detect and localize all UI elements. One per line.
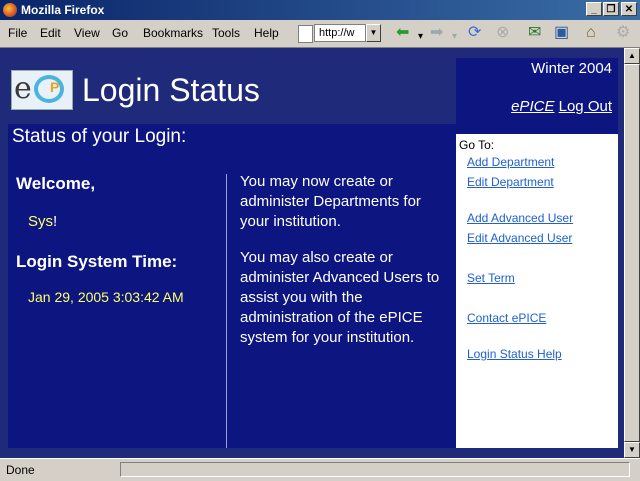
menu-help[interactable]: Help [254, 26, 279, 40]
forward-arrow-icon[interactable]: ➡ [430, 24, 443, 42]
reload-icon[interactable]: ⟳ [468, 24, 481, 42]
username-value: Sys [28, 213, 54, 230]
welcome-label: Welcome, [16, 174, 96, 193]
page-icon [298, 25, 313, 43]
sidebar-header: Winter 2004 ePICE Log Out [456, 58, 618, 134]
menu-bookmarks[interactable]: Bookmarks [143, 26, 203, 40]
menu-edit[interactable]: Edit [40, 26, 61, 40]
stop-icon[interactable]: ⊗ [496, 24, 509, 42]
back-arrow-icon[interactable]: ⬅ [396, 24, 409, 42]
logout-link[interactable]: ePICE Log Out [511, 98, 612, 115]
menu-file[interactable]: File [8, 26, 27, 40]
nav-add-advanced-user[interactable]: Add Advanced User [467, 211, 573, 225]
advanced-users-text: You may also create or administer Advanc… [240, 249, 440, 346]
login-time-value: Jan 29, 2005 3:03:42 AM [28, 289, 184, 305]
window-title: Mozilla Firefox [21, 3, 105, 17]
username: Sys! [28, 213, 57, 230]
status-panel: Status of your Login: Welcome, Sys! Logi… [8, 124, 456, 448]
menu-view[interactable]: View [74, 26, 100, 40]
nav-login-status-help[interactable]: Login Status Help [467, 347, 562, 361]
sidebar: Winter 2004 ePICE Log Out Go To: Add Dep… [456, 58, 618, 448]
address-input[interactable] [314, 24, 366, 42]
term-label: Winter 2004 [531, 60, 612, 77]
scroll-thumb[interactable] [624, 64, 640, 442]
username-suffix: ! [53, 213, 58, 230]
firefox-icon [3, 3, 17, 17]
menu-go[interactable]: Go [112, 26, 128, 40]
title-bar: Mozilla Firefox _ ❐ ✕ [0, 0, 640, 20]
minimize-button[interactable]: _ [586, 2, 602, 16]
nav-edit-advanced-user[interactable]: Edit Advanced User [467, 231, 572, 245]
scroll-up-button[interactable]: ▲ [624, 48, 640, 64]
maximize-button[interactable]: ❐ [603, 2, 619, 16]
login-time-label: Login System Time: [16, 252, 178, 271]
scroll-down-button[interactable]: ▼ [624, 442, 640, 458]
nav-edit-department[interactable]: Edit Department [467, 175, 554, 189]
forward-history-icon[interactable]: ▾ [452, 28, 457, 46]
status-bar: Done [0, 458, 640, 481]
status-text: Done [6, 463, 35, 477]
status-heading: Status of your Login: [12, 126, 187, 147]
vertical-scrollbar[interactable]: ▲ ▼ [624, 48, 640, 458]
menu-tools[interactable]: Tools [212, 26, 240, 40]
home-icon[interactable]: ⌂ [586, 24, 596, 42]
close-button[interactable]: ✕ [621, 2, 637, 16]
logout-text: Log Out [558, 98, 612, 115]
new-window-icon[interactable]: ▣ [554, 24, 569, 42]
status-field [120, 462, 630, 477]
address-dropdown-button[interactable]: ▼ [366, 24, 381, 42]
logout-brand: ePICE [511, 98, 555, 115]
departments-text: You may now create or administer Departm… [240, 173, 421, 230]
page-title: Login Status [82, 72, 260, 108]
column-divider [226, 174, 227, 448]
page-content: eP Login Status Status of your Login: We… [0, 48, 624, 458]
nav-contact-epice[interactable]: Contact ePICE [467, 311, 546, 325]
goto-label: Go To: [459, 138, 495, 152]
throbber-icon: ⚙ [616, 24, 631, 41]
back-history-icon[interactable]: ▾ [418, 28, 423, 46]
epice-logo: eP [11, 70, 73, 110]
mail-icon[interactable]: ✉ [528, 24, 541, 42]
nav-set-term[interactable]: Set Term [467, 271, 515, 285]
nav-add-department[interactable]: Add Department [467, 155, 554, 169]
